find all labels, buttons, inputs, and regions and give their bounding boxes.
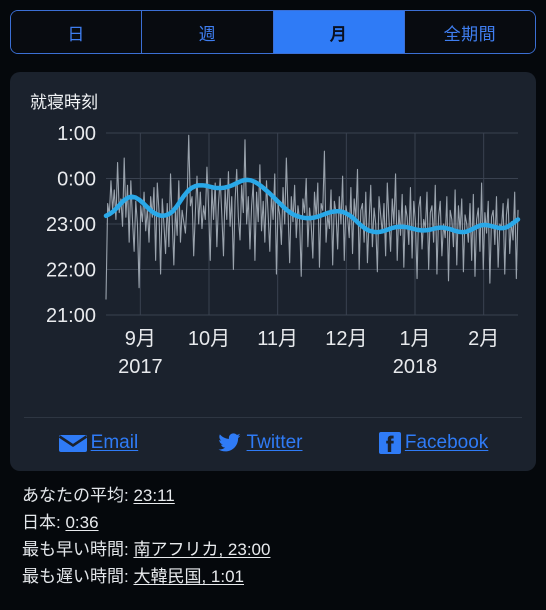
tab-day[interactable]: 日 <box>11 11 143 53</box>
tab-day-label: 日 <box>67 24 85 44</box>
stat-row-japan: 日本: 0:36 <box>22 510 546 535</box>
time-range-segmented-control[interactable]: 日 週 月 全期間 <box>10 10 536 54</box>
tab-all-time[interactable]: 全期間 <box>404 11 535 53</box>
svg-text:2月: 2月 <box>468 328 499 350</box>
facebook-f-icon <box>378 431 402 455</box>
tab-week[interactable]: 週 <box>142 11 274 53</box>
tab-month[interactable]: 月 <box>273 11 405 53</box>
share-twitter-button[interactable]: Twitter <box>214 431 303 455</box>
stat-row-latest: 最も遅い時間: 大韓民国, 1:01 <box>22 564 546 589</box>
stat-value-your-average[interactable]: 23:11 <box>133 486 174 505</box>
chart-title: 就寝時刻 <box>30 93 98 112</box>
svg-text:23:00: 23:00 <box>46 214 96 236</box>
bedtime-line-chart: 1:00 0:00 23:00 22:00 21:00 9月 2017 10月 11月 12月 1… <box>46 123 521 378</box>
envelope-icon <box>58 432 88 454</box>
stat-label-japan: 日本: <box>22 513 61 532</box>
svg-text:2018: 2018 <box>393 356 438 378</box>
svg-text:1:00: 1:00 <box>57 123 96 145</box>
svg-text:21:00: 21:00 <box>46 305 96 327</box>
chart-y-axis-labels: 1:00 0:00 23:00 22:00 21:00 <box>46 123 96 327</box>
svg-text:0:00: 0:00 <box>57 169 96 191</box>
svg-text:22:00: 22:00 <box>46 260 96 282</box>
svg-text:9月: 9月 <box>125 328 156 350</box>
stats-list: あなたの平均: 23:11 日本: 0:36 最も早い時間: 南アフリカ, 23… <box>0 471 546 589</box>
stat-row-earliest: 最も早い時間: 南アフリカ, 23:00 <box>22 537 546 562</box>
twitter-bird-icon <box>214 431 244 455</box>
share-email-label: Email <box>90 432 139 453</box>
share-row: Email Twitter Facebook <box>10 418 536 471</box>
share-facebook-label: Facebook <box>404 432 489 453</box>
chart-container: 1:00 0:00 23:00 22:00 21:00 9月 2017 10月 11月 12月 1… <box>10 117 536 413</box>
chart-x-axis-labels: 9月 2017 10月 11月 12月 1月 2018 2月 <box>118 328 499 378</box>
svg-text:1月: 1月 <box>399 328 430 350</box>
svg-text:12月: 12月 <box>325 328 367 350</box>
stat-value-earliest[interactable]: 南アフリカ, 23:00 <box>133 540 270 559</box>
share-email-button[interactable]: Email <box>58 432 139 454</box>
bedtime-chart-card: 就寝時刻 1:00 0:00 23:00 22:00 21:00 9月 2017 10月 11… <box>10 72 536 471</box>
stat-value-latest[interactable]: 大韓民国, 1:01 <box>133 567 244 586</box>
share-twitter-label: Twitter <box>246 432 303 453</box>
tab-week-label: 週 <box>198 24 217 44</box>
share-facebook-button[interactable]: Facebook <box>378 431 488 455</box>
svg-text:11月: 11月 <box>257 328 298 350</box>
tab-all-time-label: 全期間 <box>443 24 497 44</box>
svg-text:10月: 10月 <box>188 328 230 350</box>
stat-label-your-average: あなたの平均: <box>22 486 129 505</box>
stat-row-your-average: あなたの平均: 23:11 <box>22 483 546 508</box>
tab-month-label: 月 <box>329 24 348 44</box>
stat-label-latest: 最も遅い時間: <box>22 567 129 586</box>
svg-text:2017: 2017 <box>118 356 163 378</box>
stat-value-japan[interactable]: 0:36 <box>65 513 98 532</box>
stat-label-earliest: 最も早い時間: <box>22 540 129 559</box>
